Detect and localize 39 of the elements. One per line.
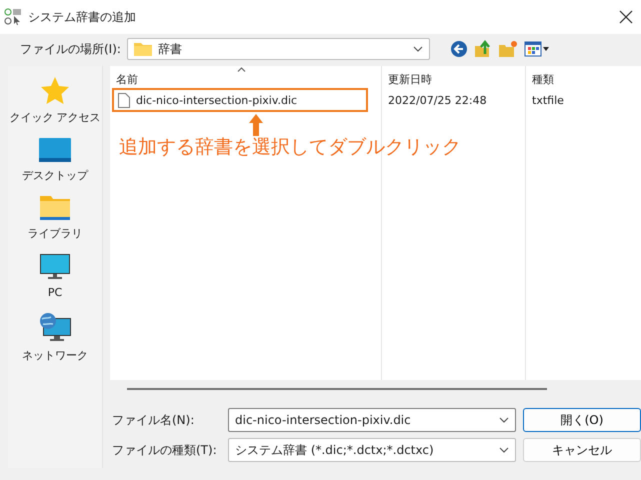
sidebar-item[interactable]: クイック アクセス [9, 76, 101, 125]
sort-up-icon [236, 67, 246, 72]
folder-icon [40, 196, 70, 220]
up-folder-icon[interactable] [474, 40, 492, 58]
location-dropdown[interactable]: 辞書 [126, 38, 430, 60]
back-icon[interactable] [450, 40, 468, 58]
modified-date: 2022/07/25 22:48 [388, 94, 487, 106]
file-icon [118, 92, 130, 108]
sidebar-item[interactable]: デスクトップ [22, 138, 88, 183]
open-button[interactable]: 開く(O) [523, 408, 641, 432]
file-name[interactable]: dic-nico-intersection-pixiv.dic [136, 94, 298, 106]
filename-field[interactable]: dic-nico-intersection-pixiv.dic [228, 408, 516, 432]
file-type: txtfile [532, 94, 564, 106]
sidebar-item[interactable]: ライブラリ [28, 196, 82, 241]
monitor-icon [40, 254, 70, 280]
column-header[interactable]: 更新日時 [382, 66, 526, 88]
window-title: システム辞書の追加 [28, 8, 137, 26]
location-label: ファイルの場所(I): [20, 40, 121, 58]
new-folder-icon[interactable] [498, 40, 518, 58]
folder-icon [134, 42, 152, 56]
arrow-icon [249, 114, 263, 136]
app-icon [4, 8, 22, 26]
view-menu-icon[interactable] [524, 41, 550, 57]
column-header[interactable]: 種類 [526, 66, 641, 88]
close-icon[interactable] [619, 10, 633, 24]
star-icon [40, 76, 70, 104]
chevron-down-icon [499, 447, 509, 453]
chevron-down-icon [412, 46, 423, 52]
filetype-dropdown[interactable]: システム辞書 (*.dic;*.dctx;*.dctxc) [228, 438, 516, 462]
filename-label: ファイル名(N): [112, 412, 196, 428]
desktop-icon [39, 138, 71, 162]
annotation-text: 追加する辞書を選択してダブルクリック [119, 135, 461, 160]
sidebar-item[interactable]: ネットワーク [22, 312, 88, 363]
network-icon [39, 312, 71, 342]
chevron-down-icon [499, 417, 509, 423]
sidebar-item[interactable]: PC [40, 254, 70, 299]
cancel-button[interactable]: キャンセル [523, 438, 641, 462]
filetype-label: ファイルの種類(T): [112, 442, 218, 458]
column-header[interactable]: 名前 [110, 66, 382, 88]
